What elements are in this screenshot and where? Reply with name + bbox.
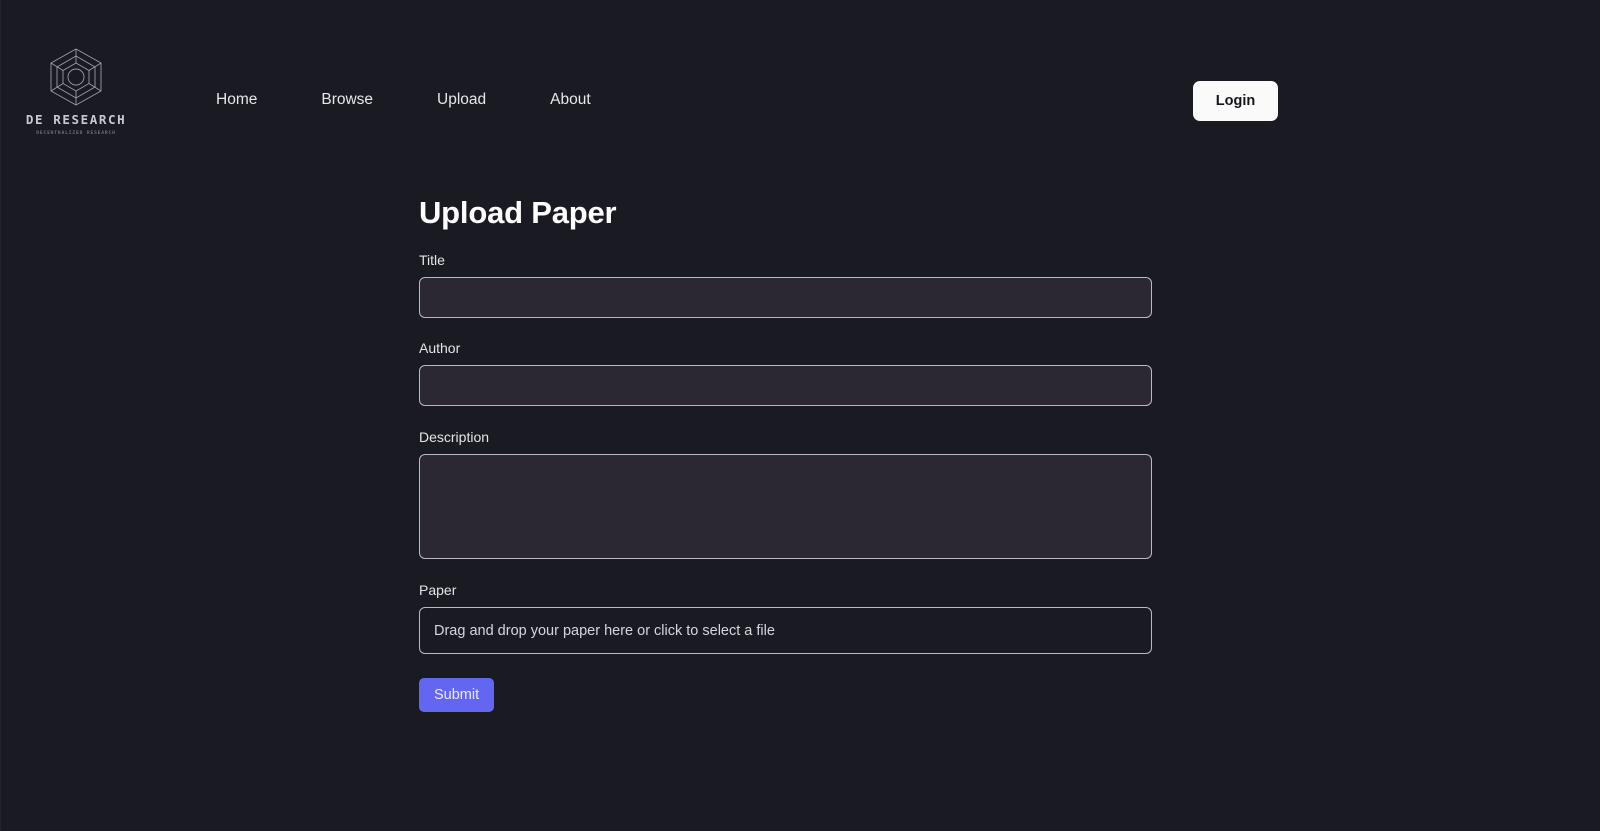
field-author: Author xyxy=(419,340,1152,407)
field-paper: Paper Drag and drop your paper here or c… xyxy=(419,582,1152,655)
description-input[interactable] xyxy=(419,454,1152,560)
main-navigation: Home Browse Upload About xyxy=(216,86,591,114)
nav-item-about[interactable]: About xyxy=(550,86,591,114)
site-header: DE RESEARCH DECENTRALIZED RESEARCH Home … xyxy=(1,0,1600,175)
brand-logo[interactable]: DE RESEARCH DECENTRALIZED RESEARCH xyxy=(26,46,125,136)
description-label: Description xyxy=(419,429,490,446)
title-input[interactable] xyxy=(419,277,1152,319)
hexagon-wireframe-icon xyxy=(45,46,107,108)
nav-item-upload[interactable]: Upload xyxy=(437,86,486,114)
upload-form: Upload Paper Title Author Description Pa… xyxy=(419,195,1152,713)
paper-dropzone[interactable]: Drag and drop your paper here or click t… xyxy=(419,607,1152,655)
brand-tagline: DECENTRALIZED RESEARCH xyxy=(36,131,116,136)
title-label: Title xyxy=(419,252,445,269)
field-title: Title xyxy=(419,252,1152,319)
dropzone-text: Drag and drop your paper here or click t… xyxy=(434,622,775,639)
login-button[interactable]: Login xyxy=(1193,81,1278,121)
brand-name: DE RESEARCH xyxy=(25,112,127,127)
page-root: DE RESEARCH DECENTRALIZED RESEARCH Home … xyxy=(0,0,1600,831)
page-title: Upload Paper xyxy=(419,195,617,230)
submit-button[interactable]: Submit xyxy=(419,678,495,713)
nav-item-home[interactable]: Home xyxy=(216,86,257,114)
field-description: Description xyxy=(419,429,1152,560)
author-label: Author xyxy=(419,340,461,357)
author-input[interactable] xyxy=(419,365,1152,407)
nav-item-browse[interactable]: Browse xyxy=(321,86,373,114)
paper-label: Paper xyxy=(419,582,457,599)
